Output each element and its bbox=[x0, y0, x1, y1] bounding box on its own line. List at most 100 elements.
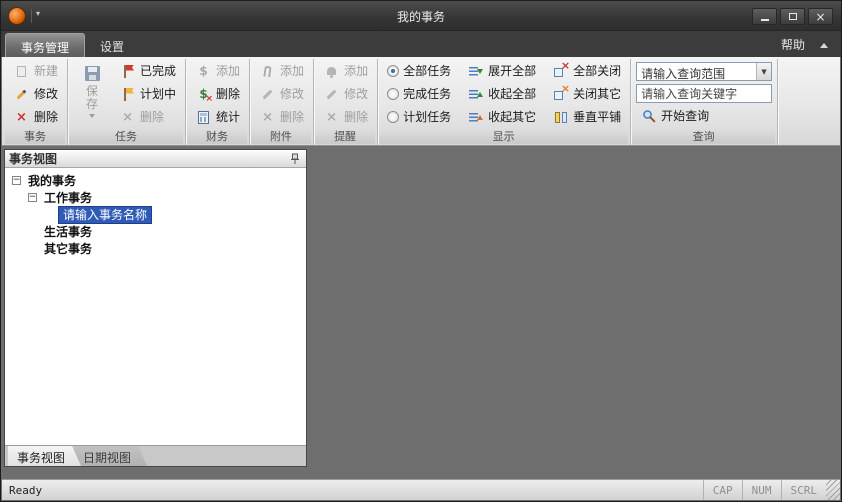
panel-tab-strip: 事务视图 日期视图 bbox=[5, 445, 306, 466]
main-content-area: 事务视图 − 我的事务 − 工作事务 bbox=[2, 146, 840, 479]
money-add-icon: $ bbox=[195, 63, 212, 79]
tree-node-life-transactions[interactable]: 生活事务 bbox=[42, 225, 94, 239]
task-delete-label: 删除 bbox=[140, 111, 164, 123]
collapse-all-icon bbox=[467, 86, 484, 102]
tile-vertical-icon bbox=[552, 109, 569, 125]
group-label-query: 查询 bbox=[632, 129, 775, 144]
close-other-label: 关闭其它 bbox=[573, 88, 621, 100]
save-dropdown-icon bbox=[89, 114, 95, 118]
ribbon-group-task: 保存 已完成 计划中 × 删除 任务 bbox=[68, 59, 186, 145]
close-other-icon: × bbox=[552, 86, 569, 102]
ribbon: 新建 修改 × 删除 事务 保存 bbox=[2, 57, 840, 146]
reminder-modify-button[interactable]: 修改 bbox=[319, 84, 372, 104]
combo-dropdown-button[interactable]: ▼ bbox=[756, 63, 771, 80]
finance-stats-button[interactable]: 统计 bbox=[191, 107, 244, 127]
new-doc-icon bbox=[13, 63, 30, 79]
finance-add-button[interactable]: $ 添加 bbox=[191, 61, 244, 81]
collapse-expander-icon[interactable]: − bbox=[28, 193, 37, 202]
radio-done-tasks[interactable]: 完成任务 bbox=[383, 84, 455, 104]
resize-grip[interactable] bbox=[826, 480, 840, 500]
maximize-icon bbox=[789, 13, 797, 20]
task-planning-label: 计划中 bbox=[140, 88, 176, 100]
task-delete-button[interactable]: × 删除 bbox=[115, 107, 180, 127]
collapse-all-button[interactable]: 收起全部 bbox=[463, 84, 540, 104]
quick-access-dropdown-icon[interactable]: ▾ bbox=[36, 9, 40, 18]
finance-delete-button[interactable]: $× 删除 bbox=[191, 84, 244, 104]
finance-delete-label: 删除 bbox=[216, 88, 240, 100]
chevron-up-icon bbox=[820, 43, 828, 48]
search-icon bbox=[640, 108, 657, 124]
tab-transaction-manage[interactable]: 事务管理 bbox=[5, 33, 85, 57]
tree-node-work-transactions[interactable]: 工作事务 bbox=[42, 191, 94, 205]
delete-x-icon: × bbox=[13, 109, 30, 125]
delete-transaction-button[interactable]: × 删除 bbox=[9, 107, 62, 127]
edit-pencil-icon bbox=[13, 86, 30, 102]
attachment-modify-button[interactable]: 修改 bbox=[255, 84, 308, 104]
planning-flag-icon bbox=[119, 86, 136, 102]
reminder-delete-button[interactable]: × 删除 bbox=[319, 107, 372, 127]
panel-tab-transaction-view[interactable]: 事务视图 bbox=[8, 446, 81, 466]
tree-node-my-transactions[interactable]: 我的事务 bbox=[26, 174, 78, 188]
reminder-delete-label: 删除 bbox=[344, 111, 368, 123]
reminder-delete-icon: × bbox=[323, 109, 340, 125]
panel-tab-date-view[interactable]: 日期视图 bbox=[74, 446, 147, 466]
radio-selected-icon bbox=[387, 65, 399, 77]
save-task-button[interactable]: 保存 bbox=[73, 61, 111, 127]
collapse-other-label: 收起其它 bbox=[488, 111, 536, 123]
tree-row-work: − 工作事务 bbox=[5, 189, 306, 206]
minimize-button[interactable] bbox=[752, 8, 777, 25]
status-ready-text: Ready bbox=[2, 480, 703, 500]
task-planning-button[interactable]: 计划中 bbox=[115, 84, 180, 104]
modify-transaction-button[interactable]: 修改 bbox=[9, 84, 62, 104]
tile-vertical-button[interactable]: 垂直平铺 bbox=[548, 107, 625, 127]
close-button[interactable]: × bbox=[808, 8, 833, 25]
reminder-add-label: 添加 bbox=[344, 65, 368, 77]
app-logo-icon[interactable] bbox=[8, 7, 26, 25]
attachment-modify-label: 修改 bbox=[280, 88, 304, 100]
ribbon-group-attachment: 添加 修改 × 删除 附件 bbox=[250, 59, 314, 145]
group-label-attachment: 附件 bbox=[251, 129, 311, 144]
attachment-add-label: 添加 bbox=[280, 65, 304, 77]
reminder-modify-label: 修改 bbox=[344, 88, 368, 100]
attachment-add-button[interactable]: 添加 bbox=[255, 61, 308, 81]
query-scope-select[interactable]: 请输入查询范围 ▼ bbox=[636, 62, 772, 81]
group-label-finance: 财务 bbox=[187, 129, 247, 144]
reminder-add-button[interactable]: 添加 bbox=[319, 61, 372, 81]
group-label-transaction: 事务 bbox=[5, 129, 65, 144]
scroll-lock-indicator: SCRL bbox=[781, 480, 827, 500]
finance-add-label: 添加 bbox=[216, 65, 240, 77]
attachment-delete-button[interactable]: × 删除 bbox=[255, 107, 308, 127]
bell-icon bbox=[323, 63, 340, 79]
collapse-expander-icon[interactable]: − bbox=[12, 176, 21, 185]
query-keyword-input[interactable] bbox=[636, 84, 772, 103]
collapse-other-button[interactable]: 收起其它 bbox=[463, 107, 540, 127]
ribbon-collapse-button[interactable] bbox=[815, 37, 833, 53]
close-other-button[interactable]: × 关闭其它 bbox=[548, 84, 625, 104]
tab-settings[interactable]: 设置 bbox=[85, 33, 139, 57]
radio-plan-tasks[interactable]: 计划任务 bbox=[383, 107, 455, 127]
help-button[interactable]: 帮助 bbox=[773, 31, 813, 57]
num-lock-indicator: NUM bbox=[742, 480, 781, 500]
query-scope-value: 请输入查询范围 bbox=[637, 63, 756, 80]
tree-row-life: 生活事务 bbox=[5, 223, 306, 240]
tree-node-new-item-editing[interactable]: 请输入事务名称 bbox=[58, 206, 152, 224]
task-delete-x-icon: × bbox=[119, 109, 136, 125]
close-all-button[interactable]: × 全部关闭 bbox=[548, 61, 625, 81]
tree-node-other-transactions[interactable]: 其它事务 bbox=[42, 242, 94, 256]
maximize-button[interactable] bbox=[780, 8, 805, 25]
new-transaction-button[interactable]: 新建 bbox=[9, 61, 62, 81]
radio-all-tasks[interactable]: 全部任务 bbox=[383, 61, 455, 81]
start-query-button[interactable]: 开始查询 bbox=[636, 106, 772, 126]
attachment-delete-icon: × bbox=[259, 109, 276, 125]
tree-row-root: − 我的事务 bbox=[5, 172, 306, 189]
pin-icon[interactable] bbox=[288, 152, 302, 166]
collapse-all-label: 收起全部 bbox=[488, 88, 536, 100]
save-task-label: 保存 bbox=[86, 85, 99, 111]
expand-all-label: 展开全部 bbox=[488, 65, 536, 77]
new-transaction-label: 新建 bbox=[34, 65, 58, 77]
panel-title: 事务视图 bbox=[9, 150, 288, 167]
ribbon-group-query: 请输入查询范围 ▼ 开始查询 查询 bbox=[631, 59, 778, 145]
ribbon-group-display: 全部任务 完成任务 计划任务 展开全部 bbox=[378, 59, 631, 145]
task-done-button[interactable]: 已完成 bbox=[115, 61, 180, 81]
expand-all-button[interactable]: 展开全部 bbox=[463, 61, 540, 81]
